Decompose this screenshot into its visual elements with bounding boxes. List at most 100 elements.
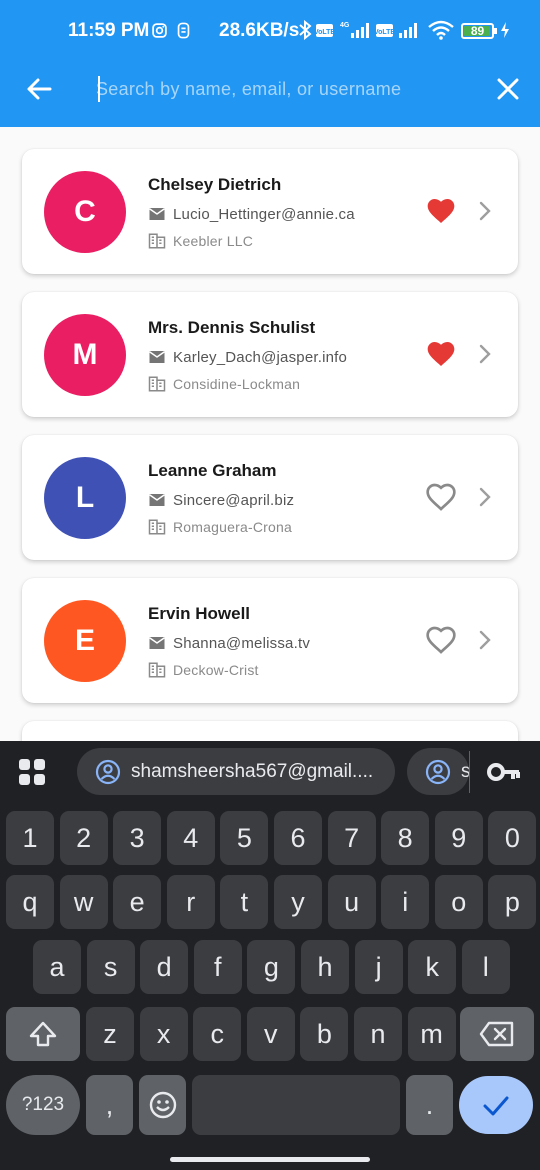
search-input[interactable]	[96, 73, 476, 105]
email-icon	[149, 494, 165, 506]
favorite-heart-icon[interactable]	[425, 338, 457, 370]
key-6[interactable]: 6	[274, 811, 322, 865]
bluetooth-icon	[299, 20, 312, 40]
key-n[interactable]: n	[354, 1007, 402, 1061]
user-email: Shanna@melissa.tv	[173, 634, 311, 652]
user-card[interactable]: E Ervin Howell Shanna@melissa.tv Deckow-…	[22, 578, 518, 703]
user-email: Sincere@april.biz	[173, 491, 295, 509]
key-h[interactable]: h	[301, 940, 349, 994]
key-l[interactable]: l	[461, 940, 510, 994]
key-r[interactable]: r	[166, 875, 215, 929]
account-circle-icon	[95, 759, 121, 784]
key-1[interactable]: 1	[6, 811, 54, 865]
battery-icon: 89	[461, 23, 494, 39]
email-icon	[149, 351, 165, 363]
user-card[interactable]: C Chelsey Dietrich Lucio_Hettinger@annie…	[22, 149, 518, 274]
password-key-icon[interactable]	[487, 759, 521, 785]
key-d[interactable]: d	[140, 940, 189, 994]
key-8[interactable]: 8	[381, 811, 430, 865]
chevron-right-icon[interactable]	[474, 342, 496, 366]
svg-text:VoLTE: VoLTE	[315, 29, 335, 36]
apps-grid-icon[interactable]	[18, 758, 46, 786]
email-row: Karley_Dach@jasper.info	[148, 348, 347, 366]
emoji-key[interactable]	[139, 1075, 186, 1135]
key-t[interactable]: t	[220, 875, 269, 929]
comma-key[interactable]: ,	[86, 1075, 133, 1135]
charging-icon	[501, 22, 509, 38]
svg-text:VoLTE: VoLTE	[375, 29, 395, 36]
key-q[interactable]: q	[6, 875, 54, 929]
key-2[interactable]: 2	[59, 811, 108, 865]
key-0[interactable]: 0	[488, 811, 537, 865]
status-bar: 11:59 PM 28.6KB/s VoLTE 4G VoLTE 89	[0, 0, 540, 62]
suggestion-divider	[469, 751, 470, 793]
company-row: Keebler LLC	[148, 232, 253, 250]
network-speed: 28.6KB/s	[219, 20, 300, 41]
key-3[interactable]: 3	[113, 811, 162, 865]
suggestion-text: shamsheersha567@gmail....	[131, 760, 374, 782]
chevron-right-icon[interactable]	[474, 199, 496, 223]
user-card-partial[interactable]	[22, 721, 518, 741]
key-e[interactable]: e	[113, 875, 162, 929]
shift-key[interactable]	[6, 1007, 80, 1061]
enter-check-key[interactable]	[459, 1076, 533, 1134]
user-name: Ervin Howell	[148, 604, 251, 623]
key-7[interactable]: 7	[327, 811, 376, 865]
chevron-right-icon[interactable]	[474, 628, 496, 652]
key-j[interactable]: j	[354, 940, 403, 994]
account-circle-icon	[425, 759, 451, 784]
key-z[interactable]: z	[86, 1007, 134, 1061]
key-x[interactable]: x	[139, 1007, 188, 1061]
user-email: Karley_Dach@jasper.info	[173, 348, 348, 366]
user-card[interactable]: L Leanne Graham Sincere@april.biz Romagu…	[22, 435, 518, 560]
company-row: Deckow-Crist	[148, 661, 259, 679]
clear-search-icon[interactable]	[494, 75, 522, 103]
back-arrow-icon[interactable]	[24, 74, 54, 104]
backspace-key[interactable]	[460, 1007, 534, 1061]
key-w[interactable]: w	[59, 875, 108, 929]
favorite-heart-icon[interactable]	[425, 195, 457, 227]
soft-keyboard: shamsheersha567@gmail.... s 1234567890 qw…	[0, 741, 540, 1170]
favorite-border-icon[interactable]	[425, 481, 457, 513]
space-key[interactable]	[192, 1075, 400, 1135]
business-icon	[148, 662, 166, 678]
key-g[interactable]: g	[247, 940, 296, 994]
user-company: Considine-Lockman	[173, 376, 301, 392]
key-v[interactable]: v	[246, 1007, 295, 1061]
key-4[interactable]: 4	[166, 811, 215, 865]
key-u[interactable]: u	[327, 875, 376, 929]
key-5[interactable]: 5	[220, 811, 269, 865]
key-a[interactable]: a	[33, 940, 81, 994]
user-card[interactable]: M Mrs. Dennis Schulist Karley_Dach@jaspe…	[22, 292, 518, 417]
app-bar: 11:59 PM 28.6KB/s VoLTE 4G VoLTE 89	[0, 0, 540, 127]
key-m[interactable]: m	[407, 1007, 456, 1061]
key-o[interactable]: o	[434, 875, 483, 929]
key-i[interactable]: i	[381, 875, 430, 929]
symbols-key[interactable]: ?123	[6, 1075, 80, 1135]
company-row: Romaguera-Crona	[148, 518, 292, 536]
autofill-suggestion[interactable]: shamsheersha567@gmail....	[77, 748, 395, 795]
favorite-border-icon[interactable]	[425, 624, 457, 656]
key-p[interactable]: p	[488, 875, 537, 929]
gesture-home-bar[interactable]	[170, 1157, 370, 1162]
key-y[interactable]: y	[274, 875, 322, 929]
avatar: L	[44, 457, 126, 539]
svg-text:4G: 4G	[340, 22, 350, 29]
key-s[interactable]: s	[86, 940, 135, 994]
checkmark-icon	[483, 1096, 509, 1116]
key-k[interactable]: k	[408, 940, 457, 994]
suggestion-text: s	[461, 760, 469, 782]
user-company: Romaguera-Crona	[173, 519, 292, 535]
key-b[interactable]: b	[300, 1007, 349, 1061]
shift-icon	[29, 1021, 57, 1047]
status-time: 11:59 PM	[68, 20, 150, 41]
period-key[interactable]: .	[406, 1075, 453, 1135]
company-row: Considine-Lockman	[148, 375, 300, 393]
chevron-right-icon[interactable]	[474, 485, 496, 509]
key-c[interactable]: c	[193, 1007, 242, 1061]
key-9[interactable]: 9	[434, 811, 483, 865]
key-f[interactable]: f	[193, 940, 242, 994]
autofill-suggestion[interactable]: s	[407, 748, 469, 795]
wifi-icon	[428, 20, 454, 40]
business-icon	[148, 376, 166, 392]
